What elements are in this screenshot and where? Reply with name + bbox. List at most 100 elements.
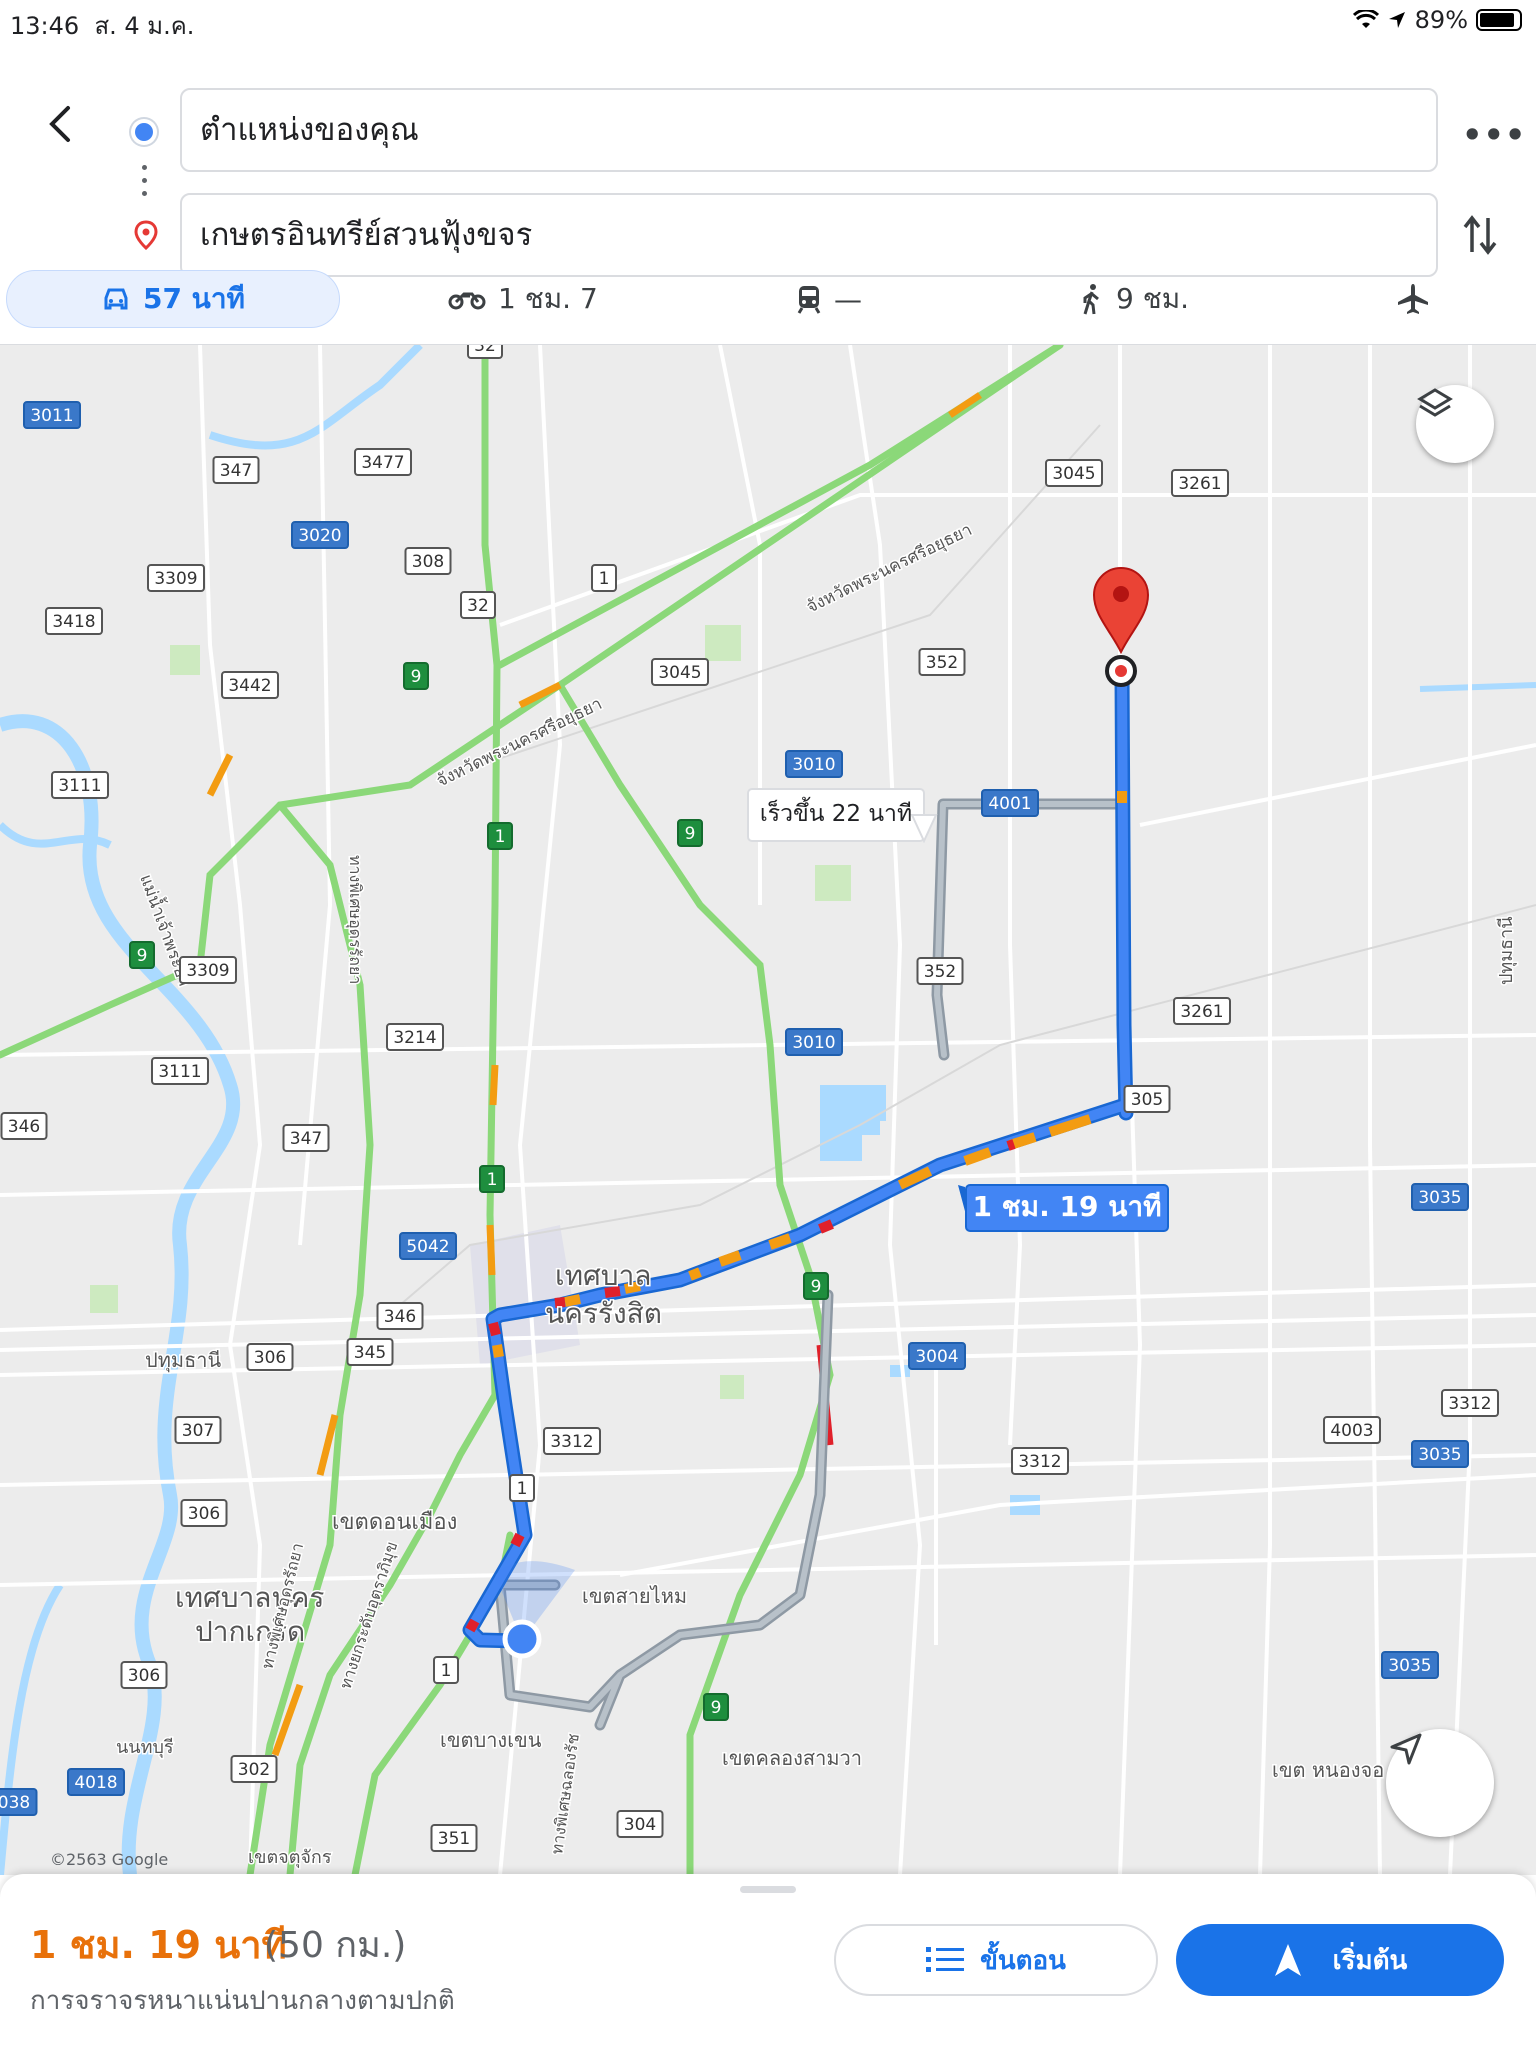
route-shield-number: 345 — [354, 1343, 386, 1363]
layers-icon — [1417, 388, 1453, 417]
start-label: เริ่มต้น — [1332, 1945, 1408, 1976]
route-shield-number: 302 — [238, 1760, 270, 1780]
route-shield-number: 3011 — [30, 406, 73, 426]
mode-transit-label: — — [834, 282, 862, 316]
route-shield-number: 3442 — [228, 676, 271, 696]
travel-mode-bar: 57 นาที 1 ชม. 7 — 9 ชม. — [0, 270, 1536, 344]
route-summary-sheet: 1 ชม. 19 นาที (50 กม.) การจราจรหนาแน่นปา… — [0, 1874, 1536, 2048]
map-view[interactable]: 1 ชม. 19 นาที เร็วขึ้น 22 นาที เทศบาล นคร… — [0, 344, 1536, 1875]
route-shield-number: 305 — [1131, 1090, 1163, 1110]
mode-walk-label: 9 ชม. — [1116, 282, 1190, 315]
route-shield: 345 — [346, 1338, 394, 1366]
route-shield: 4003 — [1323, 1416, 1381, 1444]
mode-walk[interactable]: 9 ชม. — [1080, 270, 1189, 328]
route-shield: 306 — [246, 1343, 294, 1371]
route-shield-number: 5042 — [406, 1237, 449, 1257]
list-icon — [926, 1947, 965, 1972]
route-shield-number: 3010 — [792, 1033, 835, 1053]
origin-field[interactable]: ตำแหน่งของคุณ — [180, 88, 1438, 172]
route-duration-callout[interactable]: 1 ชม. 19 นาที — [958, 1184, 1169, 1232]
place-label: ทางพิเศษฉลองรัช — [547, 1732, 583, 1855]
route-shield-number: 3309 — [154, 569, 197, 589]
alt-route-callout[interactable]: เร็วขึ้น 22 นาที — [747, 788, 938, 844]
destination-field[interactable]: เกษตรอินทรีย์สวนฟุ้งขจร — [180, 193, 1438, 277]
route-shield-number: 307 — [182, 1421, 214, 1441]
route-shield-number: 3111 — [158, 1062, 201, 1082]
current-location-icon — [502, 1619, 542, 1659]
route-shield-number: 9 — [811, 1277, 822, 1297]
mode-motorbike[interactable]: 1 ชม. 7 — [448, 270, 598, 328]
steps-button[interactable]: ขั้นตอน — [834, 1924, 1158, 1996]
destination-marker-icon[interactable] — [1092, 567, 1150, 687]
route-shield-number: 3045 — [1052, 464, 1095, 484]
sheet-drag-handle[interactable] — [740, 1886, 796, 1893]
route-shield-number: 3035 — [1418, 1188, 1461, 1208]
wifi-icon — [1352, 10, 1379, 28]
place-label: ปทุมธานี — [1496, 916, 1517, 985]
layers-button[interactable] — [1416, 385, 1494, 463]
route-shield: 3214 — [386, 1023, 444, 1051]
route-dots-icon — [142, 165, 148, 204]
route-shield-number: 3214 — [393, 1028, 436, 1048]
route-shield: 3035 — [1381, 1651, 1439, 1679]
route-shield-number: 4018 — [74, 1773, 117, 1793]
back-arrow-icon[interactable] — [40, 102, 84, 146]
motorbike-icon — [448, 292, 486, 310]
route-shield: 3011 — [23, 401, 81, 429]
route-shield: 3045 — [1045, 459, 1103, 487]
swap-icon[interactable] — [1462, 212, 1498, 258]
alt-route-label: เร็วขึ้น 22 นาที — [760, 797, 912, 827]
origin-dot-icon — [135, 123, 153, 141]
route-shield-number: 306 — [128, 1666, 160, 1686]
mode-flight[interactable] — [1396, 270, 1430, 328]
place-label: ปทุมธานี — [145, 1348, 222, 1373]
route-shield: 4018 — [67, 1768, 125, 1796]
route-shield-number: 3261 — [1178, 474, 1221, 494]
route-shield-number: 9 — [685, 824, 696, 844]
route-shield-number: 3004 — [915, 1347, 958, 1367]
route-shield-number: 3477 — [361, 453, 404, 473]
route-shield-number: 9 — [137, 946, 148, 966]
start-button[interactable]: เริ่มต้น — [1176, 1924, 1504, 1996]
route-shield: 304 — [616, 1810, 664, 1838]
route-shield: 347 — [282, 1124, 330, 1152]
place-label: เทศบาลนคร — [175, 1581, 324, 1614]
route-shield-number: 9 — [411, 667, 422, 687]
route-shield: 352 — [918, 648, 966, 676]
car-icon — [104, 288, 128, 310]
route-shield: 347 — [212, 456, 260, 484]
place-label: เขต หนองจอ — [1272, 1758, 1384, 1782]
place-label: นนทบุรี — [116, 1737, 174, 1758]
directions-header: ตำแหน่งของคุณ เกษตรอินทรีย์สวนฟุ้งขจร ••… — [0, 40, 1536, 277]
status-bar: 13:46 ส. 4 ม.ค. 89% — [0, 0, 1536, 40]
route-shield: 308 — [404, 547, 452, 575]
route-shield: 3045 — [651, 658, 709, 686]
route-shield: 9 — [677, 819, 703, 847]
mode-drive[interactable]: 57 นาที — [6, 270, 340, 328]
route-shield: 306 — [120, 1661, 168, 1689]
route-shield-number: 4003 — [1330, 1421, 1373, 1441]
route-shield: 038 — [0, 1788, 38, 1816]
more-options-icon[interactable]: ••• — [1462, 116, 1526, 154]
my-location-button[interactable] — [1386, 1729, 1494, 1837]
route-shield: 3309 — [147, 564, 205, 592]
route-shield-number: 32 — [467, 596, 489, 616]
route-shield: 3261 — [1171, 469, 1229, 497]
place-label: เขตสายไหม — [582, 1584, 687, 1608]
place-label: เขตดอนเมือง — [332, 1510, 457, 1535]
route-shield: 305 — [1123, 1085, 1171, 1113]
route-shield: 352 — [916, 957, 964, 985]
route-shield: 9 — [403, 662, 429, 690]
route-shield: 346 — [376, 1302, 424, 1330]
route-shield: 351 — [430, 1824, 478, 1852]
battery-percent: 89% — [1414, 6, 1468, 34]
airplane-icon — [1398, 284, 1428, 314]
map-canvas[interactable]: 1 ชม. 19 นาที เร็วขึ้น 22 นาที เทศบาลนคร… — [0, 345, 1536, 1875]
route-shield: 3004 — [908, 1342, 966, 1370]
route-shield-number: 3261 — [1180, 1002, 1223, 1022]
mode-transit[interactable]: — — [796, 270, 862, 328]
route-shield: 307 — [174, 1416, 222, 1444]
mode-motorbike-label: 1 ชม. 7 — [498, 282, 598, 315]
route-shield-number: 3312 — [1018, 1452, 1061, 1472]
route-shield: 5042 — [399, 1232, 457, 1260]
